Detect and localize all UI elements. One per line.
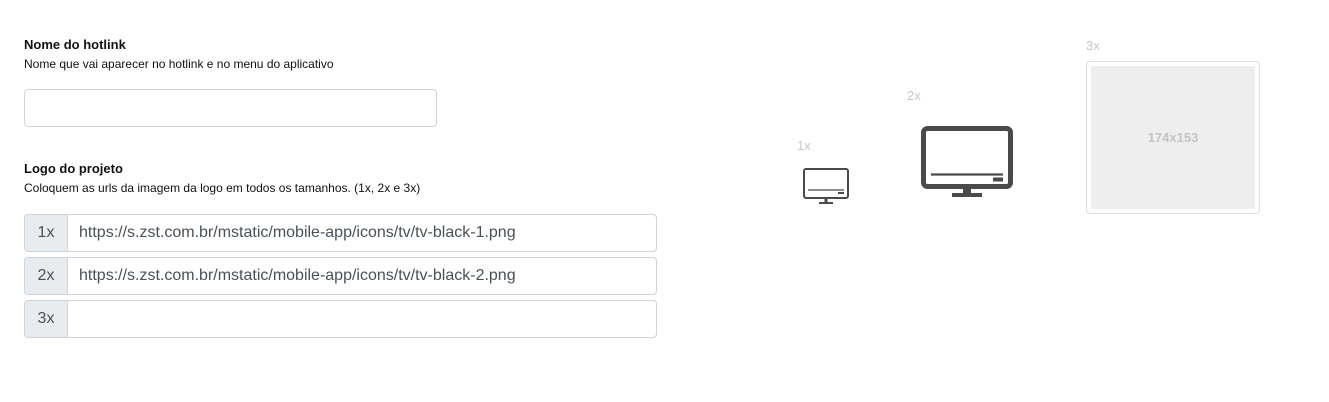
preview-3x-placeholder-text: 174x153 (1147, 130, 1199, 145)
hotlink-form: Nome do hotlink Nome que vai aparecer no… (24, 37, 664, 343)
preview-label-2x: 2x (907, 88, 921, 103)
tv-icon (921, 126, 1013, 197)
page: Nome do hotlink Nome que vai aparecer no… (0, 0, 1329, 402)
preview-label-3x: 3x (1086, 38, 1100, 53)
logo-url-group-2x: 2x (24, 257, 657, 295)
logo-url-prefix-2x: 2x (24, 257, 67, 295)
logo-url-input-2x[interactable] (67, 257, 657, 295)
logo-section: Logo do projeto Coloquem as urls da imag… (24, 161, 664, 338)
preview-2x (921, 126, 1013, 198)
preview-3x-frame: 174x153 (1086, 61, 1260, 214)
logo-title: Logo do projeto (24, 161, 123, 176)
preview-1x (803, 168, 849, 205)
preview-3x-placeholder: 174x153 (1091, 66, 1255, 209)
hotlink-name-section: Nome do hotlink Nome que vai aparecer no… (24, 37, 664, 127)
logo-url-input-3x[interactable] (67, 300, 657, 338)
logo-url-prefix-3x: 3x (24, 300, 67, 338)
preview-label-1x: 1x (797, 138, 811, 153)
logo-help: Coloquem as urls da imagem da logo em to… (24, 181, 421, 195)
hotlink-name-help: Nome que vai aparecer no hotlink e no me… (24, 57, 334, 71)
logo-url-group-1x: 1x (24, 214, 657, 252)
hotlink-name-input[interactable] (24, 89, 437, 127)
logo-url-input-1x[interactable] (67, 214, 657, 252)
tv-icon (803, 168, 849, 204)
logo-url-list: 1x 2x 3x (24, 214, 657, 338)
logo-url-group-3x: 3x (24, 300, 657, 338)
logo-url-prefix-1x: 1x (24, 214, 67, 252)
hotlink-name-title: Nome do hotlink (24, 37, 126, 52)
